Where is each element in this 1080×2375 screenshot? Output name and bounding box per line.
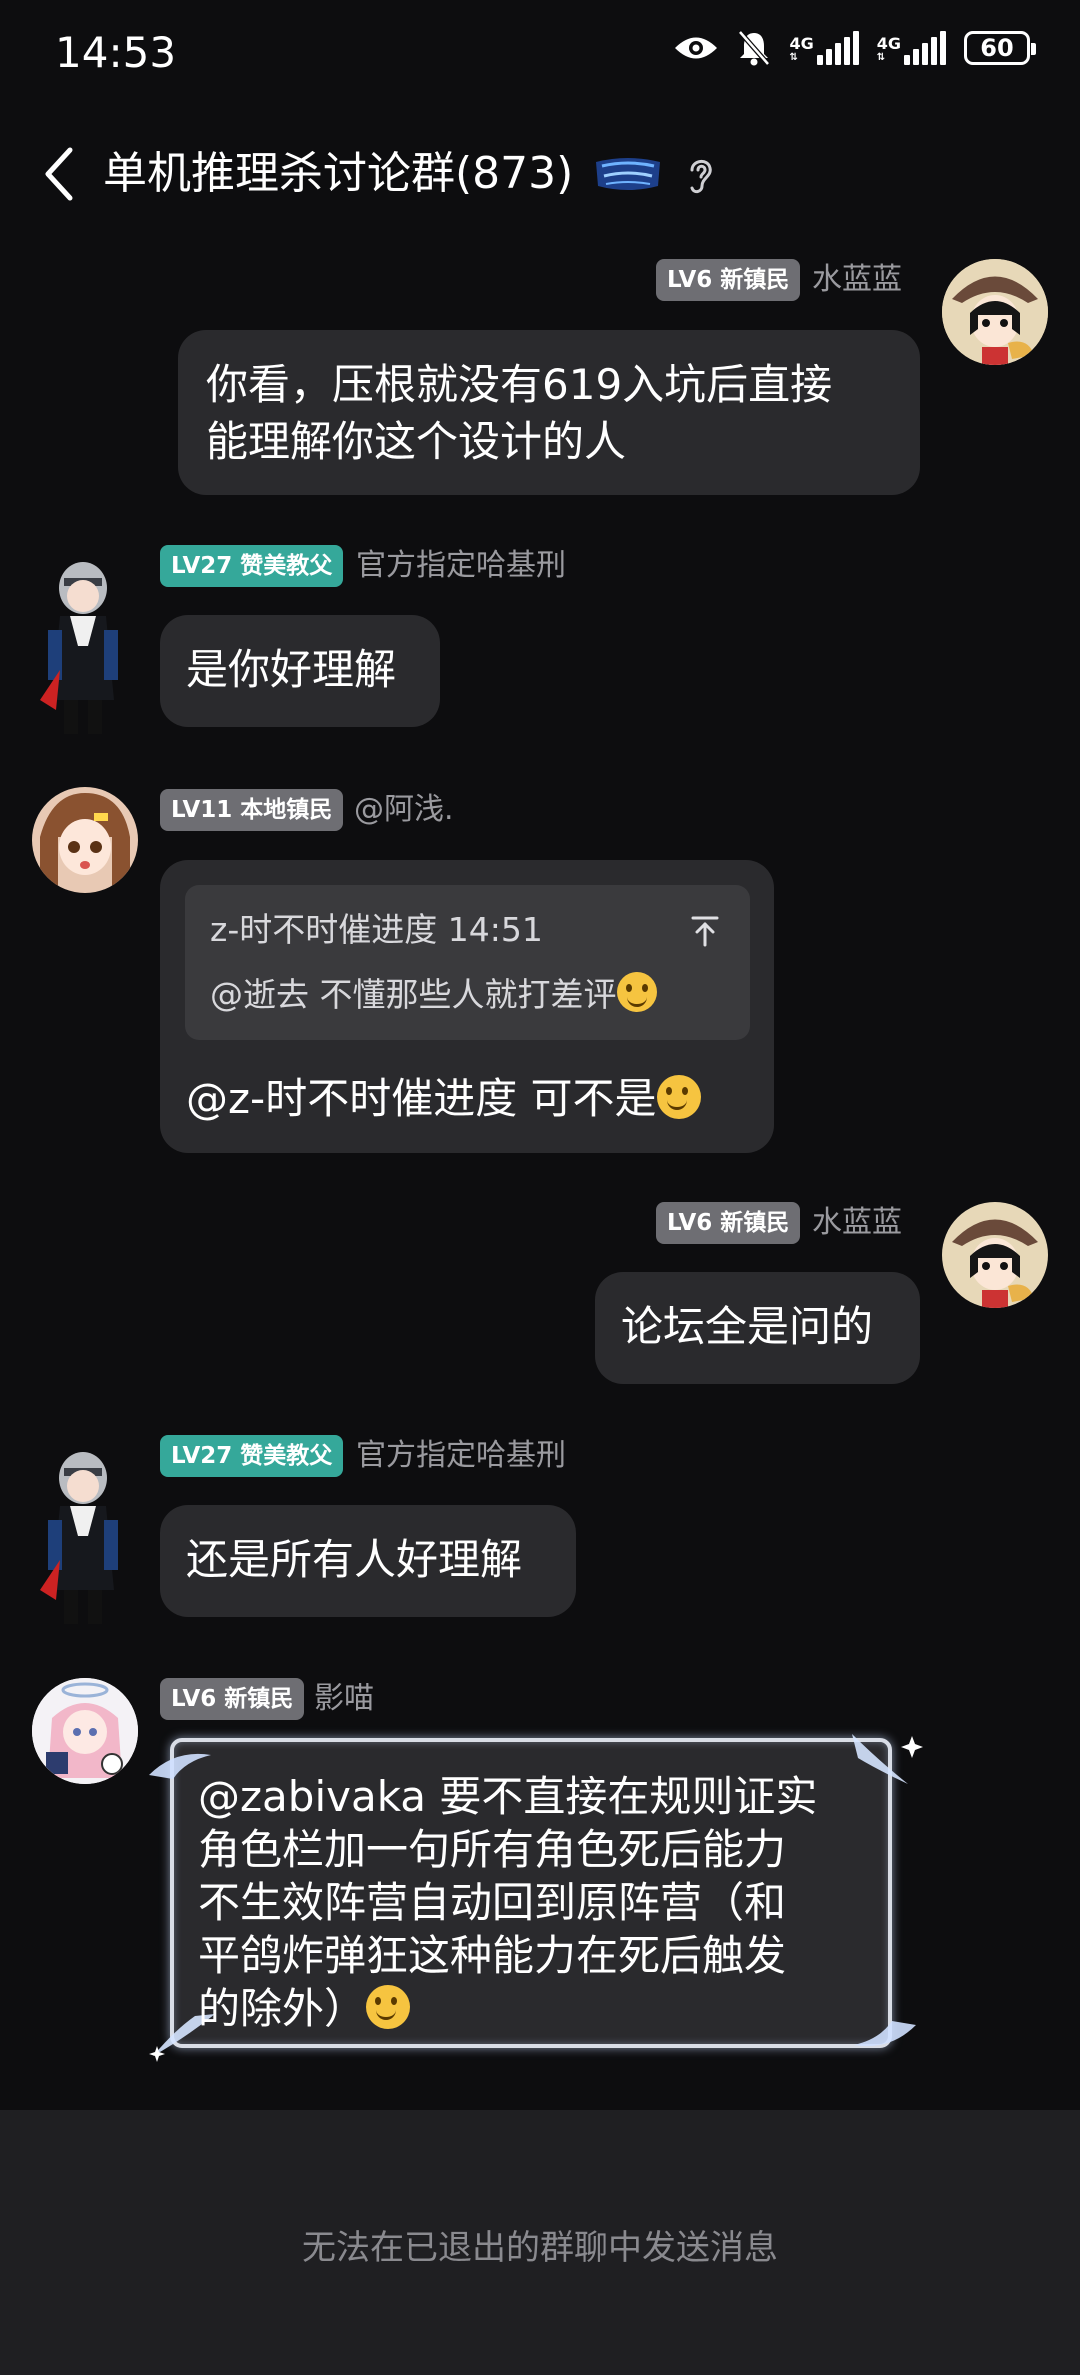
- squint-emoji-icon: [656, 1075, 701, 1119]
- message-line: @zabivaka 要不直接在规则证实: [198, 1772, 818, 1821]
- status-bar: 14:53 4G ⇅ 4G ⇅ 60: [0, 0, 1080, 110]
- quote-text: @逝去 不懂那些人就打差评: [210, 975, 617, 1014]
- message-last-row: 的除外）: [198, 1982, 878, 2035]
- message-line: 你看，压根就没有619入坑后直接: [206, 360, 833, 409]
- network-label-1: 4G: [789, 34, 814, 53]
- message-line: 角色栏加一句所有角色死后能力: [198, 1825, 787, 1874]
- eye-icon: [675, 37, 718, 59]
- message-line: 能理解你这个设计的人: [206, 417, 627, 466]
- message-bubble[interactable]: 是你好理解: [160, 615, 440, 727]
- sender-name[interactable]: @阿浅.: [354, 789, 454, 831]
- message-line: 平鸽炸弹狂这种能力在死后触发: [198, 1931, 787, 1980]
- laugh-cry-emoji-icon: [366, 1985, 411, 2029]
- avatar[interactable]: [942, 1202, 1048, 1308]
- sender-name[interactable]: 水蓝蓝: [812, 1202, 902, 1244]
- signal-2: 4G ⇅: [877, 31, 946, 65]
- signal-icon: [816, 31, 859, 65]
- sweat-smile-emoji-icon: [616, 972, 657, 1012]
- status-icons: 4G ⇅ 4G ⇅ 60: [673, 30, 1036, 66]
- signal-1: 4G ⇅: [789, 31, 859, 65]
- battery-icon: 60: [964, 31, 1036, 65]
- quote-text-row: @逝去 不懂那些人就打差评: [210, 972, 657, 1017]
- level-badge: LV27 赞美教父: [160, 545, 344, 587]
- battery-level: 60: [980, 34, 1014, 62]
- group-title[interactable]: 单机推理杀讨论群(873): [103, 144, 573, 204]
- message-line: 的除外）: [198, 1984, 367, 2033]
- level-badge: LV6 新镇民: [656, 1202, 801, 1244]
- avatar[interactable]: [30, 1440, 136, 1630]
- message-bubble[interactable]: 还是所有人好理解: [160, 1505, 576, 1617]
- message-bubble[interactable]: 你看，压根就没有619入坑后直接 能理解你这个设计的人: [178, 330, 920, 495]
- avatar[interactable]: [32, 787, 138, 893]
- message-line: 是你好理解: [186, 645, 397, 694]
- message-body: @zabivaka 要不直接在规则证实 角色栏加一句所有角色死后能力 不生效阵营…: [198, 1770, 878, 2035]
- status-time: 14:53: [55, 28, 177, 77]
- avatar[interactable]: [30, 550, 136, 740]
- quote-author-time: z-时不时催进度 14:51: [210, 910, 543, 949]
- scroll-to-quote-icon[interactable]: [688, 914, 722, 948]
- message-line: 不生效阵营自动回到原阵营（和: [198, 1878, 787, 1927]
- level-badge: LV11 本地镇民: [160, 789, 344, 831]
- message-bubble[interactable]: 论坛全是问的: [595, 1272, 920, 1384]
- avatar[interactable]: [32, 1678, 138, 1784]
- level-badge: LV6 新镇民: [656, 259, 801, 301]
- network-label-2: 4G: [876, 34, 901, 53]
- starry-logo-icon: [596, 158, 660, 190]
- ear-icon[interactable]: [682, 154, 718, 198]
- message-line: 论坛全是问的: [621, 1302, 874, 1351]
- level-badge: LV27 赞美教父: [160, 1435, 344, 1477]
- signal-icon: [904, 31, 946, 65]
- message-text-row: @z-时不时催进度 可不是: [186, 1070, 701, 1127]
- level-badge: LV6 新镇民: [160, 1678, 305, 1720]
- back-button[interactable]: [36, 144, 86, 204]
- cannot-send-notice: 无法在已退出的群聊中发送消息: [302, 2228, 778, 2268]
- sender-name[interactable]: 官方指定哈基刑: [356, 545, 566, 587]
- network-arrows-1: ⇅: [789, 52, 798, 63]
- avatar[interactable]: [942, 259, 1048, 365]
- sender-name[interactable]: 官方指定哈基刑: [356, 1435, 566, 1477]
- network-arrows-2: ⇅: [876, 52, 886, 63]
- message-line: 还是所有人好理解: [186, 1535, 523, 1584]
- message-line: @z-时不时催进度 可不是: [186, 1074, 657, 1123]
- sender-name[interactable]: 影喵: [314, 1678, 374, 1720]
- sender-name[interactable]: 水蓝蓝: [812, 259, 902, 301]
- bell-off-icon: [738, 30, 771, 66]
- chat-header: 单机推理杀讨论群(873): [0, 130, 1080, 220]
